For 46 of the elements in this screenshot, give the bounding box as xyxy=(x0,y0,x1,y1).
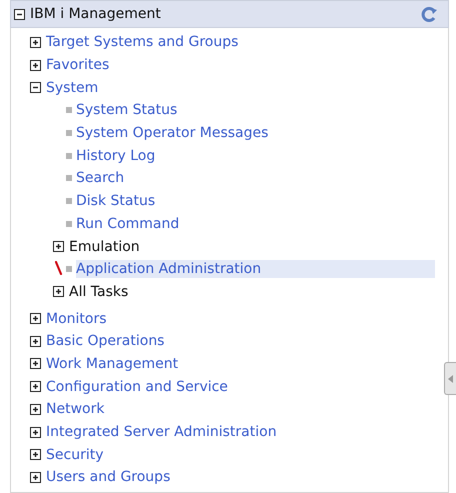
expand-icon[interactable] xyxy=(53,286,64,298)
tree-item[interactable]: Emulation xyxy=(69,238,140,255)
bullet-icon xyxy=(66,220,72,227)
expand-icon[interactable] xyxy=(30,404,41,415)
tree-item[interactable]: Integrated Server Administration xyxy=(46,424,277,440)
tree-item[interactable]: Target Systems and Groups xyxy=(46,34,238,50)
tree-item[interactable]: Configuration and Service xyxy=(46,378,228,395)
bullet-icon xyxy=(66,175,72,182)
expand-icon[interactable] xyxy=(30,313,41,324)
refresh-icon[interactable] xyxy=(421,6,438,22)
tree-item[interactable]: Users and Groups xyxy=(46,469,170,486)
expand-icon[interactable] xyxy=(30,358,41,370)
tree-item[interactable]: Run Command xyxy=(76,216,180,232)
expand-icon[interactable] xyxy=(30,449,41,460)
collapse-icon[interactable] xyxy=(14,8,25,20)
tree-item[interactable]: System Status xyxy=(76,102,178,118)
bullet-icon xyxy=(66,130,72,136)
tree-item[interactable]: Network xyxy=(46,401,104,418)
tree-item[interactable]: Disk Status xyxy=(76,193,156,210)
expand-icon[interactable] xyxy=(30,381,41,392)
bullet-icon xyxy=(66,107,72,114)
expand-icon[interactable] xyxy=(30,472,41,483)
tree-item[interactable]: Basic Operations xyxy=(46,333,164,350)
expand-icon[interactable] xyxy=(30,426,41,438)
expand-icon[interactable] xyxy=(53,241,64,252)
tree-item[interactable]: All Tasks xyxy=(69,284,128,300)
tree-item[interactable]: Security xyxy=(46,446,104,463)
bullet-icon xyxy=(66,198,72,204)
tree-item[interactable]: Monitors xyxy=(46,310,107,327)
panel-title: IBM i Management xyxy=(30,6,162,22)
tree-item[interactable]: Application Administration xyxy=(76,260,435,278)
collapse-handle[interactable] xyxy=(444,362,456,395)
bullet-icon xyxy=(66,266,72,272)
tree-item[interactable]: Search xyxy=(76,170,124,186)
tree-item[interactable]: Work Management xyxy=(46,356,178,372)
collapse-icon[interactable] xyxy=(30,82,41,94)
expand-icon[interactable] xyxy=(30,336,41,347)
left-arrow-icon xyxy=(448,374,453,382)
tree-item[interactable]: History Log xyxy=(76,148,156,164)
bullet-icon xyxy=(66,152,72,159)
tree-item[interactable]: Favorites xyxy=(46,57,110,74)
tree-item[interactable]: System xyxy=(46,80,98,96)
tree-item[interactable]: System Operator Messages xyxy=(76,125,268,142)
expand-icon[interactable] xyxy=(30,36,41,48)
expand-icon[interactable] xyxy=(30,60,41,71)
slash-mark-icon xyxy=(55,260,63,275)
